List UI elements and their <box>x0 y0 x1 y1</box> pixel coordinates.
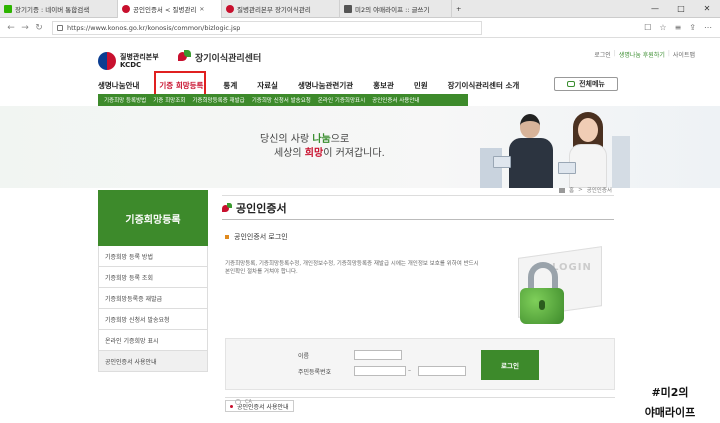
donate-link[interactable]: 생명나눔 후원하기 <box>619 50 665 59</box>
forward-arrow-icon[interactable]: → <box>18 23 32 33</box>
banner-line2: 세상의 희망이 커져갑니다. <box>274 148 385 159</box>
subnav-item[interactable]: 온라인 기증희망표시 <box>318 96 365 104</box>
nav-item-agencies[interactable]: 생명나눔관련기관 <box>298 80 353 91</box>
nav-item-about[interactable]: 장기이식관리센터 소개 <box>448 80 520 91</box>
page-title: 공인인증서 <box>222 200 287 216</box>
rrn-front-input[interactable] <box>354 366 406 376</box>
login-button[interactable]: 로그인 <box>481 350 539 380</box>
sidebar-item-reissue[interactable]: 기증희망등록증 재발급 <box>98 288 208 309</box>
login-word: LOGIN <box>552 262 592 273</box>
sidebar-item-request[interactable]: 기증희망 신청서 발송요청 <box>98 309 208 330</box>
all-menu-button[interactable]: 전체메뉴 <box>554 77 618 91</box>
title-leaf-icon <box>222 203 232 213</box>
naver-favicon-icon <box>4 5 12 13</box>
window-controls: — □ ✕ <box>642 0 720 17</box>
plus-icon: + <box>456 5 462 13</box>
url-field[interactable]: https://www.konos.go.kr/konosis/common/b… <box>52 20 482 35</box>
more-icon[interactable]: ⋯ <box>704 23 712 32</box>
subnav-item[interactable]: 기증희망 등록방법 <box>104 96 146 104</box>
tab-naver[interactable]: 장기기증 : 네이버 통합검색 <box>0 0 118 18</box>
section-heading: 공인인증서 로그인 <box>225 232 288 242</box>
banner-line1: 당신의 사랑 나눔으로 <box>260 134 350 145</box>
share-icon[interactable]: ⇪ <box>689 23 696 32</box>
tab-label: 질병관리본부 장기이식관리 <box>237 6 311 14</box>
lock-icon <box>57 24 63 31</box>
subnav-item[interactable]: 공인인증서 사용안내 <box>372 96 419 104</box>
minimize-button[interactable]: — <box>642 4 668 13</box>
subnav-item[interactable]: 기증희망 신청서 발송요청 <box>252 96 311 104</box>
banner-woman-image <box>565 110 611 188</box>
breadcrumb-current: 공인인증서 <box>586 188 612 194</box>
subnav-item[interactable]: 기증희망등록증 재발급 <box>192 96 244 104</box>
kdca-name: 질병관리본부 <box>120 53 159 61</box>
refresh-icon[interactable]: ↻ <box>32 23 46 33</box>
top-links: 로그인 | 생명나눔 후원하기 | 사이트맵 <box>594 50 695 59</box>
nav-item-stats[interactable]: 통계 <box>223 80 237 91</box>
tab-label: 공인인증서 < 질병관리 <box>133 6 197 14</box>
home-icon <box>559 187 566 193</box>
sidebar-item-online[interactable]: 온라인 기증희망 표시 <box>98 330 208 351</box>
rrn-label: 주민등록번호 <box>298 369 332 376</box>
back-arrow-icon[interactable]: ← <box>4 23 18 33</box>
knos-name: 장기이식관리센터 <box>195 53 262 64</box>
sub-nav: 기증희망 등록방법 기증 희망조회 기증희망등록증 재발급 기증희망 신청서 발… <box>98 94 468 106</box>
name-input[interactable] <box>354 350 402 360</box>
sidebar-item-lookup[interactable]: 기증희망 등록 조회 <box>98 267 208 288</box>
subnav-item[interactable]: 기증 희망조회 <box>153 96 185 104</box>
blog-favicon-icon <box>344 5 352 13</box>
section-description: 기증희망등록, 기증희망등록수정, 개인정보수정, 기증희망등록증 재발급 시에… <box>225 261 479 275</box>
tab-close-icon[interactable]: ✕ <box>199 6 204 13</box>
name-label: 이름 <box>298 353 310 360</box>
blog-watermark: #미2의 야매라이프 <box>644 386 696 419</box>
login-link[interactable]: 로그인 <box>594 50 611 59</box>
konos-site: 질병관리본부 KCDC 장기이식관리센터 로그인 | 생명나눔 후원하기 | 사… <box>0 38 720 419</box>
konos-favicon-icon <box>122 5 130 13</box>
address-bar: ← → ↻ https://www.konos.go.kr/konosis/co… <box>0 18 720 38</box>
tab-certificate[interactable]: 공인인증서 < 질병관리 ✕ <box>118 0 222 18</box>
sidebar-item-certificate[interactable]: 공인인증서 사용안내 <box>98 351 208 372</box>
browser-tools: ☐ ☆ ≡ ⇪ ⋯ <box>644 23 712 32</box>
hero-banner: 당신의 사랑 나눔으로 세상의 희망이 커져갑니다. <box>0 106 720 188</box>
nav-item-library[interactable]: 자료실 <box>257 80 278 91</box>
kdca-emblem-icon <box>98 52 116 70</box>
rrn-back-input[interactable] <box>418 366 466 376</box>
menu-icon <box>567 81 576 87</box>
donor-card-image <box>493 156 511 168</box>
tab-label: 장기기증 : 네이버 통합검색 <box>15 6 90 14</box>
ca-list-row: CA <box>225 397 615 405</box>
hub-icon[interactable]: ≡ <box>675 23 682 32</box>
kdca-abbr: KCDC <box>120 61 142 69</box>
konos-favicon-icon <box>226 5 234 13</box>
nav-item-pr[interactable]: 홍보관 <box>373 80 394 91</box>
section-bullet-icon <box>225 235 229 239</box>
breadcrumb: 홈 > 공인인증서 <box>559 186 612 194</box>
url-text: https://www.konos.go.kr/konosis/common/b… <box>67 23 241 32</box>
new-tab-button[interactable]: + <box>452 0 470 18</box>
sidebar-title: 기증희망등록 <box>98 190 208 246</box>
knos-leaf-icon <box>178 50 192 64</box>
tab-blog[interactable]: 미2의 야매라이프 :: 글쓰기 <box>340 0 452 18</box>
donor-card-image <box>558 162 576 174</box>
tab-knos[interactable]: 질병관리본부 장기이식관리 <box>222 0 340 18</box>
login-form: 이름 주민등록번호 – 로그인 <box>225 338 615 390</box>
sidebar-menu: 기증희망 등록 방법 기증희망 등록 조회 기증희망등록증 재발급 기증희망 신… <box>98 246 208 372</box>
banner-man-image <box>507 110 555 188</box>
reading-view-icon[interactable]: ☐ <box>644 23 651 32</box>
nav-item-civil[interactable]: 민원 <box>414 80 428 91</box>
sitemap-link[interactable]: 사이트맵 <box>673 50 695 59</box>
browser-tabbar: 장기기증 : 네이버 통합검색 공인인증서 < 질병관리 ✕ 질병관리본부 장기… <box>0 0 720 18</box>
padlock-illustration: LOGIN <box>492 246 604 334</box>
breadcrumb-home[interactable]: 홈 <box>569 186 574 194</box>
favorite-star-icon[interactable]: ☆ <box>659 23 666 32</box>
close-window-button[interactable]: ✕ <box>694 4 720 13</box>
knos-logo[interactable]: 장기이식관리센터 <box>178 50 261 64</box>
radio-icon[interactable] <box>235 398 241 405</box>
sidebar-item-how[interactable]: 기증희망 등록 방법 <box>98 246 208 267</box>
maximize-button[interactable]: □ <box>668 4 694 13</box>
nav-item-info[interactable]: 생명나눔안내 <box>98 80 139 91</box>
tab-label: 미2의 야매라이프 :: 글쓰기 <box>355 6 430 14</box>
